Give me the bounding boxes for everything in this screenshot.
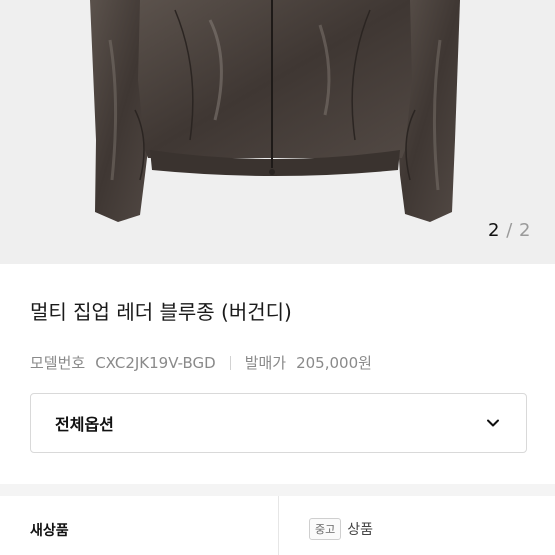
chevron-down-icon — [487, 419, 499, 427]
used-badge: 중고 — [309, 518, 342, 540]
image-pager: 2 / 2 — [488, 220, 531, 241]
jacket-product-image — [90, 0, 460, 222]
model-number-label: 모델번호 — [30, 354, 86, 372]
condition-used-label: 상품 — [347, 522, 374, 538]
meta-divider — [229, 355, 231, 370]
release-price-label: 발매가 — [244, 354, 287, 372]
product-image-gallery[interactable]: 2 / 2 — [0, 0, 555, 264]
product-meta: 모델번호 CXC2JK19V-BGD 발매가 205,000원 — [30, 352, 372, 373]
option-select-label: 전체옵션 — [55, 415, 114, 434]
pager-separator: / — [506, 220, 513, 241]
pager-total: 2 — [519, 220, 531, 241]
model-number-value: CXC2JK19V-BGD — [95, 353, 216, 372]
option-select[interactable]: 전체옵션 — [30, 393, 527, 453]
condition-used-tab[interactable]: 중고 상품 — [278, 496, 555, 555]
release-price-value: 205,000원 — [296, 354, 372, 372]
pager-current: 2 — [488, 220, 500, 241]
condition-new-label: 새상품 — [30, 523, 69, 539]
product-title: 멀티 집업 레더 블루종 (버건디) — [30, 300, 292, 324]
condition-new-tab[interactable]: 새상품 — [0, 496, 278, 555]
